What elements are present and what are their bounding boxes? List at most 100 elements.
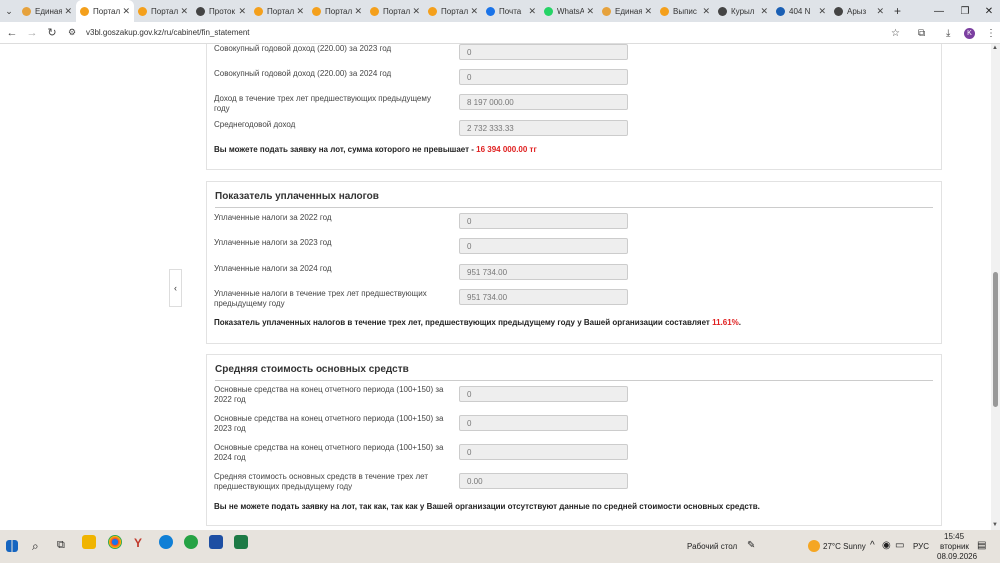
browser-tab[interactable]: 404 N ✕	[772, 0, 830, 22]
income-field-2024[interactable]: 0	[459, 69, 628, 85]
maximize-icon[interactable]: ❐	[952, 0, 978, 22]
keyboard-icon[interactable]: ▭	[895, 540, 904, 551]
pen-icon[interactable]: ✎	[747, 540, 755, 551]
download-icon[interactable]: ⤓	[946, 22, 950, 44]
tray-chevron-icon[interactable]: ^	[870, 540, 875, 551]
desktop-label[interactable]: Рабочий стол	[687, 542, 737, 551]
tab-close-icon[interactable]: ✕	[702, 6, 710, 17]
assets-label-2023: Основные средства на конец отчетного пер…	[214, 414, 444, 433]
taxes-field-three-years[interactable]: 951 734.00	[459, 289, 628, 305]
assets-field-2023[interactable]: 0	[459, 415, 628, 431]
browser-tab[interactable]: Портал ✕	[366, 0, 424, 22]
new-tab-plus-icon[interactable]: +	[894, 4, 901, 18]
assets-field-average[interactable]: 0.00	[459, 473, 628, 489]
taxes-label-2024: Уплаченные налоги за 2024 год	[214, 264, 332, 273]
tab-favicon-icon	[196, 6, 205, 16]
browser-tab[interactable]: Почта ✕	[482, 0, 540, 22]
language-indicator[interactable]: РУС	[913, 542, 929, 551]
browser-tab[interactable]: Курыл ✕	[714, 0, 772, 22]
tab-close-icon[interactable]: ✕	[64, 6, 72, 17]
taxes-field-2023[interactable]: 0	[459, 238, 628, 254]
browser-tab[interactable]: Портал ✕	[134, 0, 192, 22]
back-icon[interactable]: ←	[2, 27, 22, 39]
assets-field-2024[interactable]: 0	[459, 444, 628, 460]
browser-tab[interactable]: Выпис ✕	[656, 0, 714, 22]
tab-label: Портал	[383, 6, 411, 16]
tab-close-icon[interactable]: ✕	[876, 6, 884, 17]
reload-icon[interactable]: ↻	[42, 26, 62, 39]
browser-tab[interactable]: Проток ✕	[192, 0, 250, 22]
tab-label: Проток	[209, 6, 235, 16]
word-icon[interactable]	[209, 535, 223, 549]
forward-icon[interactable]: →	[22, 27, 42, 39]
tab-close-icon[interactable]: ✕	[818, 6, 826, 17]
tab-label: Курыл	[731, 6, 755, 16]
tab-close-icon[interactable]: ✕	[644, 6, 652, 17]
tab-close-icon[interactable]: ✕	[180, 6, 188, 17]
file-explorer-icon[interactable]	[82, 535, 96, 549]
bookmark-star-icon[interactable]: ☆	[891, 22, 900, 44]
chrome-icon[interactable]	[108, 535, 122, 549]
scroll-up-icon[interactable]: ▲	[992, 45, 998, 51]
tab-list-chevron-icon[interactable]: ⌄	[0, 0, 18, 22]
close-window-icon[interactable]: ✕	[976, 0, 1000, 22]
browser-tab[interactable]: Портал ✕	[424, 0, 482, 22]
start-windows-icon[interactable]	[6, 540, 18, 552]
browser-tab[interactable]: Единая ✕	[598, 0, 656, 22]
income-note: Вы можете подать заявку на лот, сумма ко…	[214, 145, 537, 154]
weather-text[interactable]: 27°C Sunny	[823, 542, 866, 551]
green-app-icon[interactable]	[184, 535, 198, 549]
menu-dots-icon[interactable]: ⋮	[986, 22, 996, 44]
tab-close-icon[interactable]: ✕	[586, 6, 594, 17]
clock-weekday[interactable]: вторник	[940, 542, 969, 551]
task-view-icon[interactable]: ⧉	[57, 539, 65, 552]
income-label-three-years: Доход в течение трех лет предшествующих …	[214, 94, 431, 113]
income-field-2023[interactable]: 0	[459, 44, 628, 60]
page-scrollbar[interactable]: ▲ ▼	[991, 44, 1000, 530]
tab-close-icon[interactable]: ✕	[122, 6, 130, 17]
taxes-field-2024[interactable]: 951 734.00	[459, 264, 628, 280]
tab-close-icon[interactable]: ✕	[354, 6, 362, 17]
browser-tab[interactable]: WhatsA ✕	[540, 0, 598, 22]
notifications-icon[interactable]: ▤	[977, 540, 986, 551]
profile-avatar[interactable]: K	[964, 27, 975, 39]
clock-time[interactable]: 15:45	[944, 532, 964, 541]
network-icon[interactable]: ◉	[882, 540, 891, 551]
tab-favicon-icon	[312, 6, 321, 16]
sidebar-collapse-chevron-icon[interactable]: ‹	[169, 269, 182, 307]
url-field[interactable]: v3bl.goszakup.gov.kz/ru/cabinet/fin_stat…	[86, 28, 250, 37]
search-icon[interactable]: ⌕	[32, 539, 39, 554]
income-field-average[interactable]: 2 732 333.33	[459, 120, 628, 136]
assets-field-2022[interactable]: 0	[459, 386, 628, 402]
clock-date[interactable]: 08.09.2026	[937, 552, 977, 561]
yandex-icon[interactable]: Y	[134, 536, 142, 550]
taxes-note-percent: 11.61%	[712, 318, 739, 327]
scroll-down-icon[interactable]: ▼	[992, 522, 998, 528]
tab-close-icon[interactable]: ✕	[296, 6, 304, 17]
tab-favicon-icon	[254, 6, 263, 16]
tab-label: 404 N	[789, 6, 811, 16]
tab-close-icon[interactable]: ✕	[528, 6, 536, 17]
tab-close-icon[interactable]: ✕	[760, 6, 768, 17]
assets-note: Вы не можете подать заявку на лот, так к…	[214, 502, 760, 511]
tab-close-icon[interactable]: ✕	[470, 6, 478, 17]
edge-icon[interactable]	[159, 535, 173, 549]
site-info-icon[interactable]: ⚙	[62, 27, 82, 38]
profile-avatar-wrap[interactable]: K	[964, 22, 975, 44]
extensions-icon[interactable]: ⧉	[918, 22, 925, 44]
minimize-icon[interactable]: —	[926, 0, 952, 22]
tab-label: Почта	[499, 6, 522, 16]
tab-close-icon[interactable]: ✕	[238, 6, 246, 17]
tab-favicon-icon	[370, 6, 379, 16]
excel-icon[interactable]	[234, 535, 248, 549]
income-note-text: Вы можете подать заявку на лот, сумма ко…	[214, 145, 474, 154]
scrollbar-thumb[interactable]	[993, 272, 998, 407]
browser-tab[interactable]: Портал ✕	[76, 0, 134, 22]
browser-tab[interactable]: Единая ✕	[18, 0, 76, 22]
tab-close-icon[interactable]: ✕	[412, 6, 420, 17]
browser-tab[interactable]: Портал ✕	[308, 0, 366, 22]
browser-tab[interactable]: Портал ✕	[250, 0, 308, 22]
income-field-three-years[interactable]: 8 197 000.00	[459, 94, 628, 110]
taxes-field-2022[interactable]: 0	[459, 213, 628, 229]
browser-tab[interactable]: Арыз ✕	[830, 0, 888, 22]
